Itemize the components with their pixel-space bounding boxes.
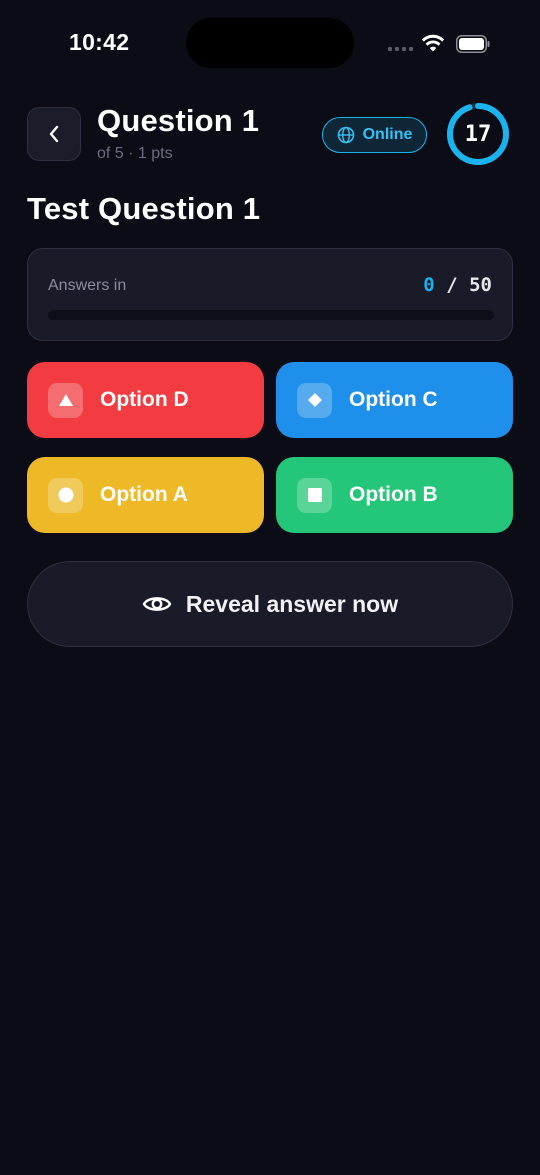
cellular-signal-icon (388, 47, 413, 51)
answers-total: 50 (469, 274, 492, 296)
option-a-label: Option A (100, 483, 188, 506)
globe-icon (337, 126, 354, 144)
back-button[interactable] (27, 107, 81, 161)
status-time: 10:42 (69, 29, 130, 55)
answers-progress-card: Answers in 0 / 50 (27, 248, 513, 341)
online-status-label: Online (362, 126, 413, 143)
triangle-icon (48, 382, 83, 418)
battery-icon (456, 35, 490, 53)
online-status-badge: Online (322, 117, 427, 153)
answers-count: 0 / 50 (423, 274, 492, 296)
option-c-button[interactable]: Option C (276, 362, 513, 438)
diamond-icon (297, 382, 332, 418)
chevron-left-icon (49, 125, 59, 143)
option-d-button[interactable]: Option D (27, 362, 264, 438)
wifi-icon (421, 34, 445, 52)
option-a-button[interactable]: Option A (27, 457, 264, 533)
circle-icon (48, 477, 83, 513)
countdown-timer-value: 17 (464, 121, 492, 147)
answers-separator: / (446, 274, 458, 296)
option-c-label: Option C (349, 388, 438, 411)
reveal-answer-button[interactable]: Reveal answer now (27, 561, 513, 647)
eye-icon (142, 597, 172, 611)
question-text: Test Question 1 (27, 191, 261, 226)
option-b-button[interactable]: Option B (276, 457, 513, 533)
dynamic-island (186, 18, 354, 68)
option-b-label: Option B (349, 483, 438, 506)
question-meta: of 5 · 1 pts (97, 145, 173, 162)
quiz-host-screen: 10:42 Question 1 of 5 · 1 pts Online 17 … (0, 0, 540, 1175)
answers-label: Answers in (48, 277, 127, 294)
answers-current: 0 (423, 274, 435, 296)
option-d-label: Option D (100, 388, 189, 411)
page-title: Question 1 (97, 103, 260, 138)
square-icon (297, 477, 332, 513)
reveal-answer-label: Reveal answer now (185, 590, 399, 617)
answers-progress-bar (48, 310, 494, 320)
